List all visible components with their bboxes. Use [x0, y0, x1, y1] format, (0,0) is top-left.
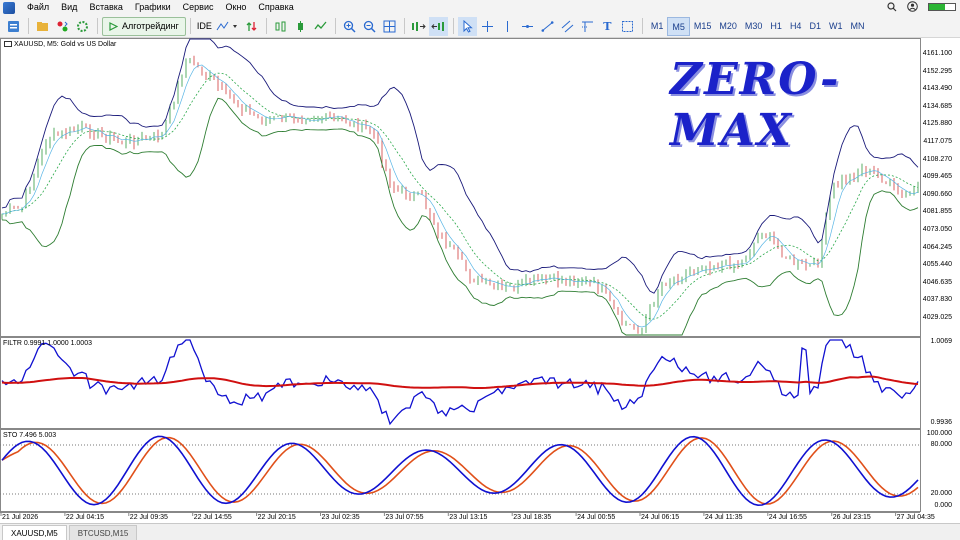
menu-file[interactable]: Файл	[21, 0, 55, 15]
vertical-line-icon[interactable]	[498, 17, 517, 36]
time-axis-label: 27 Jul 04:35	[896, 514, 935, 521]
price-axis-label: 4090.660	[922, 190, 952, 198]
price-axis-label: 4046.635	[922, 278, 952, 286]
time-axis-label: 23 Jul 18:35	[513, 514, 552, 521]
indicators-dropdown-icon[interactable]	[215, 17, 241, 36]
menu-view[interactable]: Вид	[55, 0, 83, 15]
new-chart-icon[interactable]	[4, 17, 23, 36]
filter-indicator-label: FILTR 0.9991 1.0000 1.0003	[3, 340, 92, 347]
play-icon	[109, 21, 118, 31]
app-logo-icon	[3, 1, 15, 14]
menubar-right-icons	[887, 1, 956, 12]
cursor-icon[interactable]	[457, 16, 477, 36]
tile-windows-icon[interactable]	[380, 17, 399, 36]
shapes-icon[interactable]	[618, 17, 637, 36]
zoom-out-icon[interactable]	[360, 17, 379, 36]
timeframe-d1[interactable]: D1	[805, 17, 825, 36]
timeframe-mn[interactable]: MN	[846, 17, 868, 36]
time-axis-label: 22 Jul 09:35	[129, 514, 168, 521]
menu-insert[interactable]: Вставка	[83, 0, 128, 15]
filter-signal-line	[1, 375, 919, 389]
price-axis-label: 4125.880	[922, 120, 952, 128]
algo-trading-button[interactable]: Алготрейдинг	[102, 16, 186, 36]
crosshair-icon[interactable]	[478, 17, 497, 36]
filter-axis-label: 1.0069	[930, 338, 952, 345]
price-axis-label: 4143.490	[922, 85, 952, 93]
price-axis-label: 4081.855	[922, 208, 952, 216]
time-axis-label: 24 Jul 11:35	[704, 514, 743, 521]
horizontal-line-icon[interactable]	[518, 17, 537, 36]
tab-btcusd-m15[interactable]: BTCUSD,M15	[68, 525, 138, 540]
main-toolbar: Алготрейдинг IDE T M1 M5 M15 M20 M30 H1 …	[0, 15, 960, 38]
price-axis-label: 4029.025	[922, 314, 952, 321]
sto-axis-label: 0.000	[934, 502, 952, 509]
menu-window[interactable]: Окно	[220, 0, 253, 15]
connection-status-indicator	[928, 2, 956, 11]
sto-axis-label: 80.000	[930, 441, 952, 448]
price-axis-label: 4108.270	[922, 155, 952, 163]
time-axis-label: 23 Jul 02:35	[321, 514, 360, 521]
stochastic-pane-frame	[0, 429, 921, 512]
stochastic-main-line	[1, 435, 919, 507]
line-chart-icon[interactable]	[311, 17, 330, 36]
price-axis-label: 4117.075	[923, 138, 952, 145]
price-axis-label: 4099.465	[922, 173, 952, 181]
price-axis-label: 4161.100	[922, 50, 952, 57]
timeframe-m30[interactable]: M30	[741, 17, 767, 36]
price-axis-label: 4055.440	[922, 261, 952, 269]
tab-xauusd-m5[interactable]: XAUUSD,M5	[2, 525, 67, 540]
equidistant-channel-icon[interactable]	[558, 17, 577, 36]
one-click-trading-icon[interactable]	[242, 17, 261, 36]
fibonacci-icon[interactable]	[578, 17, 597, 36]
filter-axis-label: 0.9936	[930, 419, 952, 426]
chart-shift-icon[interactable]	[409, 17, 428, 36]
strategy-tester-icon[interactable]	[73, 17, 92, 36]
timeframe-h4[interactable]: H4	[786, 17, 806, 36]
menu-help[interactable]: Справка	[252, 0, 299, 15]
timeframe-w1[interactable]: W1	[825, 17, 847, 36]
account-icon[interactable]	[907, 1, 918, 12]
sto-axis-label: 100.000	[926, 430, 952, 437]
time-axis-label: 23 Jul 13:15	[449, 514, 488, 521]
time-axis-label: 22 Jul 14:55	[193, 514, 232, 521]
menu-charts[interactable]: Графики	[129, 0, 177, 15]
time-axis-label: 23 Jul 07:55	[385, 514, 424, 521]
profiles-icon[interactable]	[33, 17, 52, 36]
time-axis-label: 24 Jul 16:55	[768, 514, 807, 521]
candlestick-icon[interactable]	[291, 17, 310, 36]
time-axis-label: 26 Jul 23:15	[832, 514, 871, 521]
timeframe-h1[interactable]: H1	[766, 17, 786, 36]
algo-trading-label: Алготрейдинг	[122, 21, 179, 31]
price-axis-label: 4134.685	[922, 102, 952, 110]
trend-line-icon[interactable]	[538, 17, 557, 36]
time-axis-label: 24 Jul 00:55	[577, 514, 616, 521]
price-axis-label: 4073.050	[922, 226, 952, 233]
timeframe-m1[interactable]: M1	[647, 17, 668, 36]
timeframe-m20[interactable]: M20	[715, 17, 741, 36]
auto-scroll-icon[interactable]	[428, 16, 448, 36]
watermark-text: ZERO-MAX	[670, 54, 841, 156]
zoom-in-icon[interactable]	[340, 17, 359, 36]
chart-window[interactable]: XAUUSD, M5: Gold vs US Dollar ZERO-MAX F…	[0, 38, 960, 523]
ide-button[interactable]: IDE	[195, 17, 214, 36]
search-icon[interactable]	[887, 1, 897, 12]
stochastic-indicator-label: STO 7.496 5.003	[3, 432, 57, 439]
time-axis-label: 21 Jul 2026	[2, 514, 39, 521]
chart-tabs-bar: XAUUSD,M5 BTCUSD,M15	[0, 523, 960, 540]
time-axis-label: 22 Jul 20:15	[257, 514, 296, 521]
timeframe-m5[interactable]: M5	[667, 16, 690, 36]
price-axis-label: 4037.830	[922, 296, 952, 304]
time-axis-label: 22 Jul 04:15	[65, 514, 105, 521]
time-axis-label: 24 Jul 06:15	[641, 514, 680, 521]
bar-chart-icon[interactable]	[271, 17, 290, 36]
price-axis-label: 4064.245	[922, 243, 952, 251]
text-icon[interactable]: T	[598, 17, 617, 36]
symbol-title: XAUUSD, M5: Gold vs US Dollar	[4, 41, 116, 48]
menu-bar: Файл Вид Вставка Графики Сервис Окно Спр…	[0, 0, 960, 15]
price-axis-label: 4152.295	[922, 67, 952, 75]
timeframe-m15[interactable]: M15	[690, 17, 716, 36]
sto-axis-label: 20.000	[930, 490, 952, 497]
market-watch-icon[interactable]	[53, 17, 72, 36]
menu-service[interactable]: Сервис	[177, 0, 220, 15]
